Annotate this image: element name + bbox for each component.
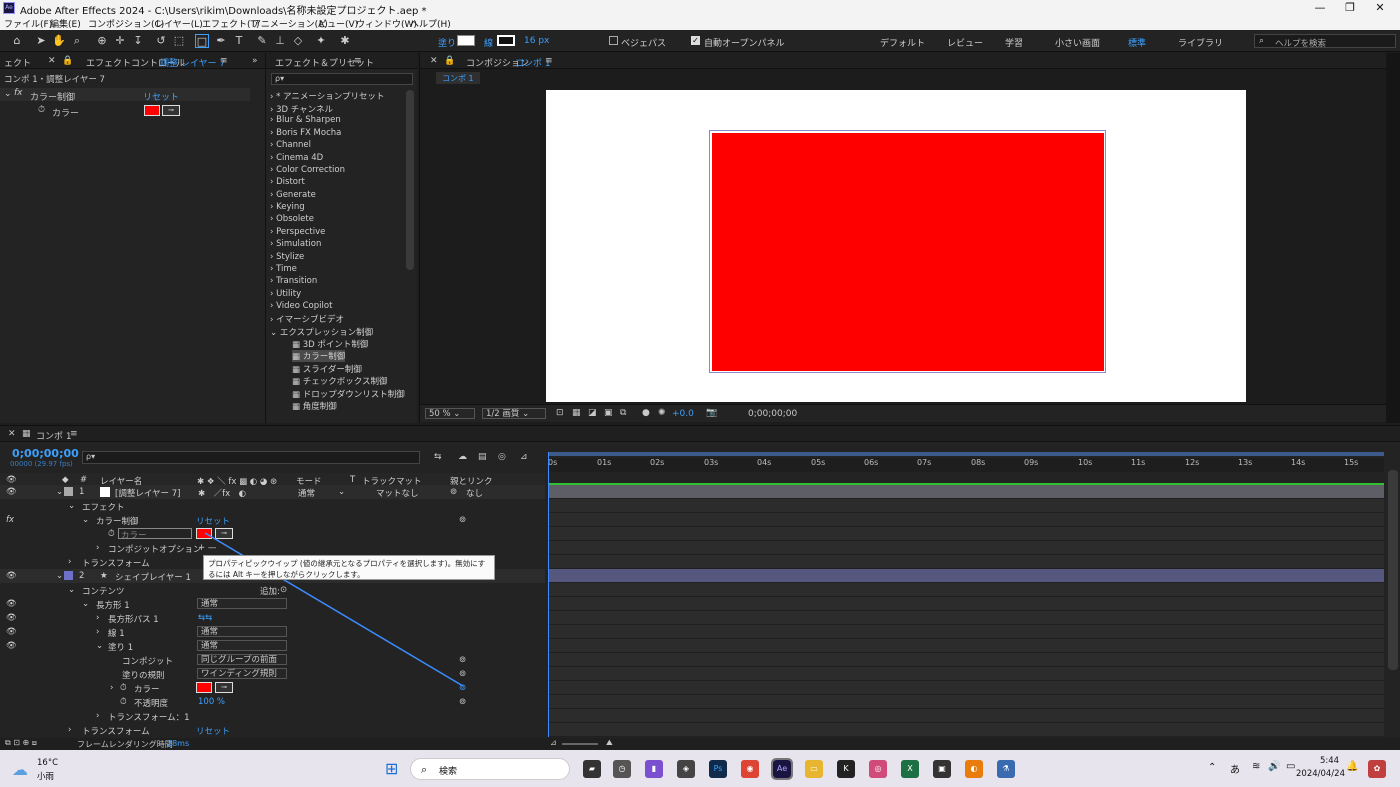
- pickwhip-line: [204, 532, 464, 687]
- taskbar-app-icon[interactable]: ⚗: [997, 760, 1015, 778]
- tray-expand-icon[interactable]: ⌃: [1208, 762, 1216, 773]
- windows-start-icon[interactable]: ⊞: [385, 759, 398, 778]
- taskbar-app-icon[interactable]: ▣: [933, 760, 951, 778]
- creative-cloud-icon[interactable]: ◎: [869, 760, 887, 778]
- taskbar-app-icon[interactable]: ▮: [645, 760, 663, 778]
- render-time-label: フレームレンダリング時間: [77, 740, 173, 749]
- timeline-footer: ⧉ ⊡ ⊕ ⧈ フレームレンダリング時間 28ms ⊿ ⛰: [0, 738, 1400, 750]
- taskbar-app-icon[interactable]: ◈: [677, 760, 695, 778]
- weather-icon[interactable]: ☁: [12, 760, 28, 779]
- copilot-icon[interactable]: ✿: [1368, 760, 1386, 778]
- timeline-zoom-slider[interactable]: [562, 743, 598, 745]
- file-explorer-icon[interactable]: ▭: [805, 760, 823, 778]
- notification-bell-icon[interactable]: 🔔: [1346, 761, 1358, 772]
- taskbar-search-label: 検索: [439, 767, 458, 777]
- chrome-icon[interactable]: ◉: [741, 760, 759, 778]
- pickwhip-tooltip: プロパティピックウイップ (値の継承元となるプロパティを選択します)。無効にする…: [203, 555, 495, 580]
- taskbar-search[interactable]: ⌕ 検索: [410, 758, 570, 780]
- blender-icon[interactable]: ◐: [965, 760, 983, 778]
- excel-icon[interactable]: X: [901, 760, 919, 778]
- footer-switches-icon[interactable]: ⧉ ⊡ ⊕ ⧈: [5, 738, 37, 748]
- windows-taskbar: ☁ 16°C 小雨 ⊞ ⌕ 検索 ▰ ◷ ▮ ◈ Ps ◉ Ae ▭ K ◎ X…: [0, 750, 1400, 787]
- clock-time[interactable]: 5:44: [1320, 756, 1339, 766]
- taskbar-app-icon[interactable]: ◷: [613, 760, 631, 778]
- wifi-icon[interactable]: ≋: [1252, 761, 1260, 772]
- taskbar-app-icon[interactable]: ▰: [583, 760, 601, 778]
- volume-icon[interactable]: 🔊: [1268, 761, 1280, 772]
- weather-temp: 16°C: [37, 758, 59, 768]
- zoom-out-icon[interactable]: ⊿: [550, 738, 557, 747]
- zoom-in-icon[interactable]: ⛰: [606, 738, 613, 748]
- after-effects-icon[interactable]: Ae: [771, 758, 793, 780]
- battery-icon[interactable]: ▭: [1286, 761, 1295, 772]
- weather-desc: 小雨: [37, 772, 55, 782]
- render-time-value: 28ms: [167, 739, 190, 748]
- taskbar-app-icon[interactable]: K: [837, 760, 855, 778]
- search-icon: ⌕: [421, 763, 428, 776]
- photoshop-icon[interactable]: Ps: [709, 760, 727, 778]
- clock-date[interactable]: 2024/04/24: [1296, 769, 1345, 779]
- ime-indicator[interactable]: あ: [1230, 761, 1240, 776]
